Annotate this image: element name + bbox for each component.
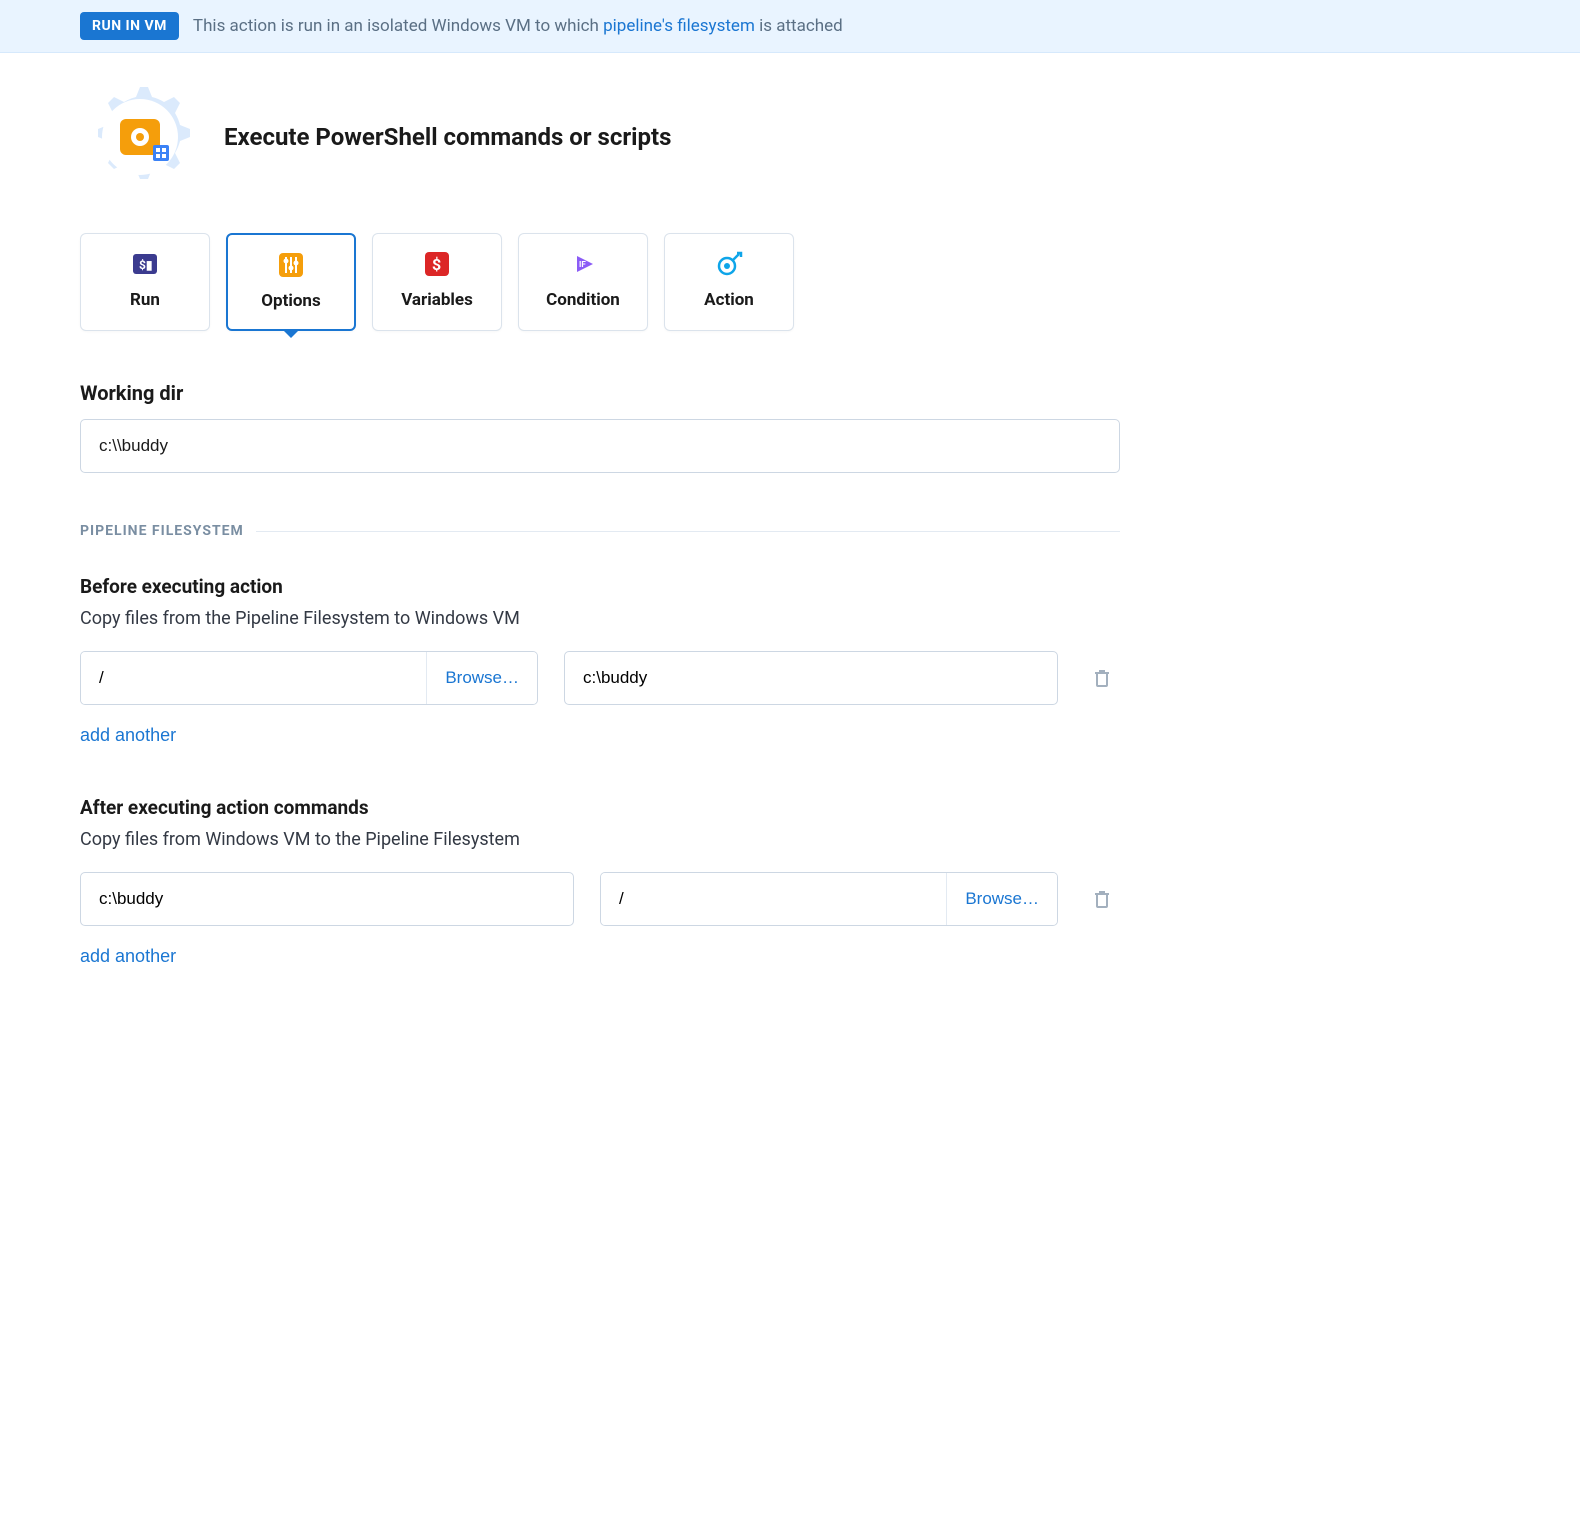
after-heading: After executing action commands <box>80 796 1120 819</box>
tab-variables-label: Variables <box>401 290 473 310</box>
condition-icon: IF <box>569 250 597 278</box>
before-delete-button[interactable] <box>1084 667 1120 689</box>
after-row: Browse… <box>80 872 1120 926</box>
tab-action[interactable]: Action <box>664 233 794 331</box>
before-source-wrap: Browse… <box>80 651 538 705</box>
before-add-another-button[interactable]: add another <box>80 725 176 746</box>
svg-text:$▮: $▮ <box>139 258 153 272</box>
after-dest-wrap: Browse… <box>600 872 1058 926</box>
variables-icon: $ <box>423 250 451 278</box>
tab-condition-label: Condition <box>546 290 620 310</box>
tab-run[interactable]: $▮ Run <box>80 233 210 331</box>
tab-variables[interactable]: $ Variables <box>372 233 502 331</box>
before-source-input[interactable] <box>81 652 426 704</box>
tabs: $▮ Run Options $ Variables IF Condition <box>80 233 1120 331</box>
tab-action-label: Action <box>704 290 754 310</box>
tab-options[interactable]: Options <box>226 233 356 331</box>
pipeline-fs-section-label: PIPELINE FILESYSTEM <box>80 523 244 539</box>
before-heading: Before executing action <box>80 575 1120 598</box>
run-in-vm-badge: RUN IN VM <box>80 12 179 40</box>
svg-text:$: $ <box>432 255 441 274</box>
trash-icon <box>1092 667 1112 689</box>
vm-banner: RUN IN VM This action is run in an isola… <box>0 0 1580 53</box>
after-desc: Copy files from Windows VM to the Pipeli… <box>80 829 1120 850</box>
banner-text-before: This action is run in an isolated Window… <box>193 16 603 36</box>
banner-text: This action is run in an isolated Window… <box>193 16 843 36</box>
before-row: Browse… <box>80 651 1120 705</box>
tab-run-label: Run <box>130 290 160 310</box>
after-add-another-button[interactable]: add another <box>80 946 176 967</box>
before-desc: Copy files from the Pipeline Filesystem … <box>80 608 1120 629</box>
after-dest-input[interactable] <box>601 873 946 925</box>
svg-text:IF: IF <box>579 260 586 269</box>
after-browse-button[interactable]: Browse… <box>946 873 1057 925</box>
before-browse-button[interactable]: Browse… <box>426 652 537 704</box>
before-dest-input[interactable] <box>564 651 1058 705</box>
trash-icon <box>1092 888 1112 910</box>
banner-text-after: is attached <box>755 16 843 36</box>
tab-condition[interactable]: IF Condition <box>518 233 648 331</box>
tab-options-label: Options <box>261 291 320 311</box>
working-dir-input[interactable] <box>80 419 1120 473</box>
pipeline-fs-section-heading: PIPELINE FILESYSTEM <box>80 523 1120 539</box>
options-icon <box>277 251 305 279</box>
run-icon: $▮ <box>131 250 159 278</box>
divider-line <box>256 531 1120 532</box>
pipeline-filesystem-link[interactable]: pipeline's filesystem <box>603 16 755 36</box>
working-dir-label: Working dir <box>80 381 1120 405</box>
page-header: Execute PowerShell commands or scripts <box>80 77 1120 197</box>
after-delete-button[interactable] <box>1084 888 1120 910</box>
action-icon <box>715 250 743 278</box>
page-title: Execute PowerShell commands or scripts <box>224 123 671 151</box>
after-source-input[interactable] <box>80 872 574 926</box>
action-gear-icon <box>80 77 200 197</box>
